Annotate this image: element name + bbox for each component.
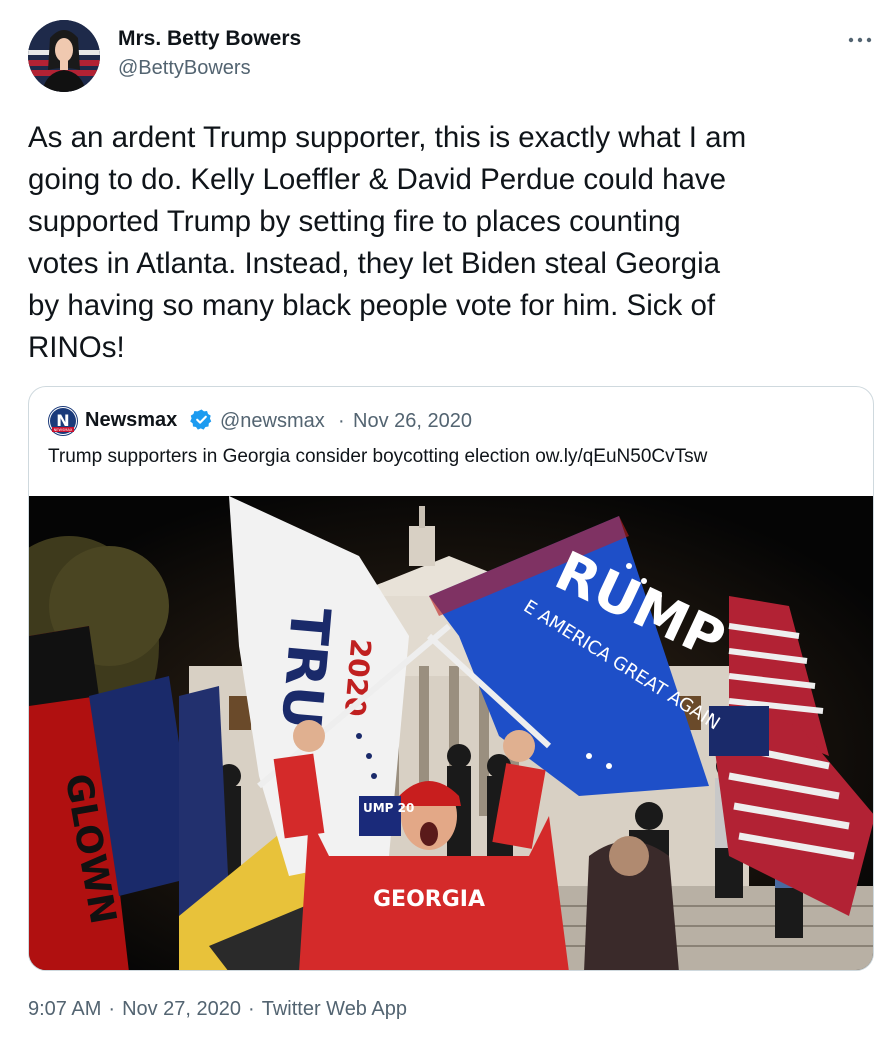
meta-separator: · xyxy=(108,998,116,1020)
tweet-time[interactable]: 9:07 AM xyxy=(28,998,101,1021)
tweet-source[interactable]: Twitter Web App xyxy=(262,998,407,1021)
quoted-photo[interactable]: GLOWN RUMP E AMERICA GREAT AGAIN TRU 202… xyxy=(29,496,874,971)
shirt-text: GEORGIA xyxy=(373,887,485,912)
verified-badge-icon xyxy=(190,409,212,430)
more-horizontal-icon[interactable] xyxy=(845,32,875,48)
author-handle[interactable]: @BettyBowers xyxy=(118,57,251,80)
quoted-text: Trump supporters in Georgia consider boy… xyxy=(48,446,708,467)
quoted-date[interactable]: Nov 26, 2020 xyxy=(353,410,472,433)
quoted-separator: · xyxy=(338,410,345,432)
tweet-metadata: 9:07 AM · Nov 27, 2020 · Twitter Web App xyxy=(28,998,407,1021)
quoted-author-name[interactable]: Newsmax xyxy=(85,409,177,432)
author-name[interactable]: Mrs. Betty Bowers xyxy=(118,27,301,51)
newsmax-logo-icon: N NEWSMAX xyxy=(48,406,78,436)
newsmax-logo-caption: NEWSMAX xyxy=(54,428,73,432)
avatar-image xyxy=(28,20,100,92)
tweet-date[interactable]: Nov 27, 2020 xyxy=(122,998,241,1021)
white-flag-text: TRU xyxy=(269,605,342,732)
quoted-tweet-card[interactable]: N NEWSMAX Newsmax @newsmax · Nov 26, 202… xyxy=(28,386,874,971)
quoted-author-handle[interactable]: @newsmax xyxy=(220,410,325,433)
meta-separator: · xyxy=(248,998,255,1020)
tweet-text: As an ardent Trump supporter, this is ex… xyxy=(28,121,747,364)
sign-text: UMP 20 xyxy=(363,801,414,815)
author-avatar[interactable] xyxy=(28,20,100,92)
